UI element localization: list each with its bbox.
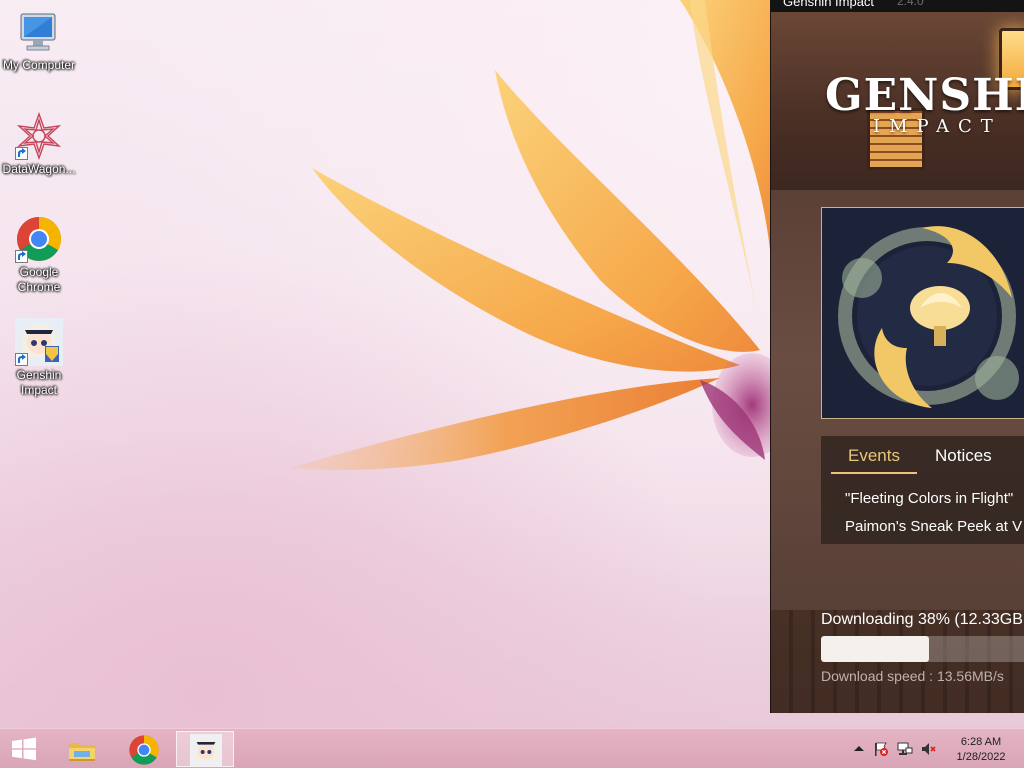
desktop-icon-label: My Computer bbox=[2, 58, 76, 72]
taskbar-genshin-launcher[interactable] bbox=[176, 731, 234, 767]
download-progress-fill bbox=[821, 636, 929, 662]
desktop-icon-datawagon[interactable]: DataWagon... bbox=[0, 111, 78, 177]
computer-icon bbox=[15, 8, 63, 56]
shortcut-arrow-icon bbox=[15, 147, 28, 160]
shortcut-arrow-icon bbox=[15, 250, 28, 263]
clock-date: 1/28/2022 bbox=[956, 751, 1006, 763]
desktop-icon-google-chrome[interactable]: Google Chrome bbox=[0, 215, 78, 295]
tab-notices[interactable]: Notices bbox=[933, 446, 994, 474]
desktop-icon-my-computer[interactable]: My Computer bbox=[0, 8, 78, 73]
action-center-flag-icon[interactable] bbox=[872, 741, 890, 757]
launcher-title: Genshin Impact bbox=[783, 0, 875, 9]
taskbar-chrome[interactable] bbox=[114, 731, 172, 767]
volume-muted-icon[interactable] bbox=[920, 741, 938, 757]
windows-logo-icon bbox=[12, 737, 36, 761]
taskbar-file-explorer[interactable] bbox=[52, 731, 110, 767]
download-status: Downloading 38% (12.33GB bbox=[821, 611, 1023, 628]
shortcut-arrow-icon bbox=[15, 353, 28, 366]
datawagon-icon bbox=[15, 111, 63, 161]
taskbar: 6:28 AM 1/28/2022 bbox=[0, 728, 1024, 768]
desktop-icon-label: Google Chrome bbox=[17, 265, 61, 294]
clock-time: 6:28 AM bbox=[960, 736, 1002, 748]
event-banner-image bbox=[822, 208, 1024, 418]
network-icon[interactable] bbox=[896, 741, 914, 757]
logo-sub-text: IMPACT bbox=[873, 116, 1002, 137]
launcher-titlebar[interactable]: Genshin Impact 2.4.0 bbox=[771, 0, 1024, 12]
show-hidden-icons-arrow[interactable] bbox=[850, 741, 868, 757]
news-item[interactable]: "Fleeting Colors in Flight" bbox=[845, 490, 1013, 507]
chrome-icon bbox=[129, 735, 159, 765]
folder-icon bbox=[69, 743, 95, 761]
tab-events[interactable]: Events bbox=[831, 446, 917, 474]
desktop-icon-label: Genshin Impact bbox=[16, 368, 62, 397]
event-banner[interactable] bbox=[821, 207, 1024, 419]
start-button[interactable] bbox=[2, 729, 46, 768]
genshin-logo: GENSHIN IMPACT bbox=[825, 66, 1024, 146]
logo-main-text: GENSHIN bbox=[825, 70, 1024, 121]
genshin-impact-icon bbox=[15, 318, 63, 366]
download-progress-bar bbox=[821, 636, 1024, 662]
news-panel: Events Notices "Fleeting Colors in Fligh… bbox=[821, 436, 1024, 544]
download-speed: Download speed : 13.56MB/s bbox=[821, 668, 1004, 684]
desktop-icon-label: DataWagon... bbox=[2, 162, 76, 176]
chrome-icon bbox=[15, 215, 63, 263]
genshin-launcher-window[interactable]: Genshin Impact 2.4.0 GENSHIN IMPACT Even… bbox=[770, 0, 1024, 713]
news-item[interactable]: Paimon's Sneak Peek at V bbox=[845, 518, 1022, 535]
desktop-icon-genshin-impact[interactable]: Genshin Impact bbox=[0, 318, 78, 398]
taskbar-clock[interactable]: 6:28 AM 1/28/2022 bbox=[946, 735, 1016, 765]
launcher-version: 2.4.0 bbox=[897, 0, 924, 8]
paimon-icon bbox=[190, 734, 222, 766]
